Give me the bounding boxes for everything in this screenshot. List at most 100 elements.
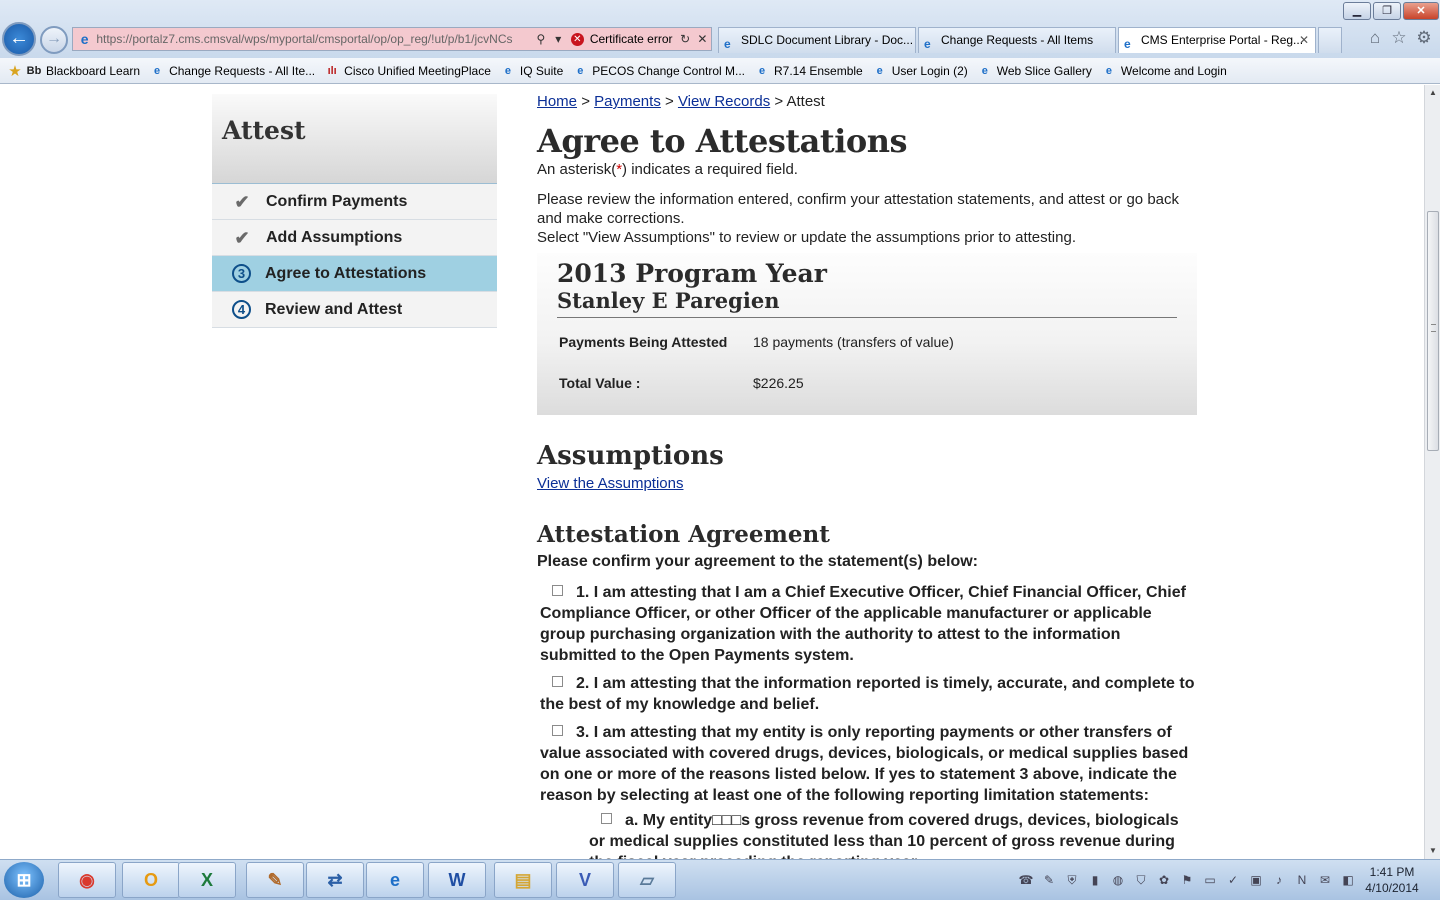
page-title: Agree to Attestations <box>537 122 907 160</box>
visio-icon[interactable]: V <box>556 862 614 898</box>
sidebar: Attest ✔ Confirm Payments ✔ Add Assumpti… <box>212 94 497 328</box>
shield-icon[interactable]: ⛨ <box>1062 870 1082 890</box>
statement-text: a. My entity□□□s gross revenue from cove… <box>589 812 1179 859</box>
breadcrumb: Home > Payments > View Records > Attest <box>537 93 1197 111</box>
scroll-up-arrow-icon[interactable]: ▲ <box>1425 85 1440 101</box>
statement-checkbox[interactable] <box>552 725 563 736</box>
favorites-star-icon[interactable]: ☆ <box>1389 28 1409 48</box>
clock-date: 4/10/2014 <box>1365 881 1419 895</box>
remote-desktop-icon[interactable]: ⇄ <box>306 862 364 898</box>
close-tab-icon[interactable]: ✕ <box>1299 28 1309 52</box>
sidebar-step-add-assumptions[interactable]: ✔ Add Assumptions <box>212 220 497 256</box>
ie-tab-icon: e <box>1124 37 1131 51</box>
breadcrumb-home-link[interactable]: Home <box>537 93 577 110</box>
statement-checkbox[interactable] <box>552 585 563 596</box>
favorite-link[interactable]: e R7.14 Ensemble <box>754 64 872 78</box>
favorite-link[interactable]: e IQ Suite <box>500 64 572 78</box>
shield-icon[interactable]: ⛉ <box>1131 870 1151 890</box>
outlook-icon[interactable]: O <box>122 862 180 898</box>
breadcrumb-separator: > <box>665 93 674 110</box>
gear-icon[interactable]: ⚙ <box>1414 28 1434 48</box>
certificate-error[interactable]: ✕ Certificate error <box>567 32 677 46</box>
sidebar-step-agree-to-attestations[interactable]: 3 Agree to Attestations <box>212 256 497 292</box>
ie-page-icon: e <box>758 64 766 77</box>
sidebar-step-review-and-attest[interactable]: 4 Review and Attest <box>212 292 497 328</box>
favorite-link[interactable]: e User Login (2) <box>872 64 977 78</box>
statement-checkbox[interactable] <box>601 813 612 824</box>
minimize-button[interactable]: ▁ <box>1343 2 1371 20</box>
monitor-icon[interactable]: ▭ <box>1200 870 1220 890</box>
new-tab-button[interactable] <box>1318 27 1342 53</box>
attestation-statement: 2. I am attesting that the information r… <box>537 673 1197 715</box>
payments-value: 18 payments (transfers of value) <box>753 334 954 350</box>
refresh-icon[interactable]: ↻ <box>677 32 694 46</box>
close-window-button[interactable]: ✕ <box>1403 2 1439 20</box>
back-button[interactable]: ← <box>2 22 36 56</box>
favorite-label: Blackboard Learn <box>46 63 141 78</box>
tray-icon[interactable]: ⚑ <box>1177 870 1197 890</box>
stop-icon[interactable]: ✕ <box>694 32 711 46</box>
browser-tab[interactable]: e SDLC Document Library - Doc... <box>718 27 916 53</box>
program-year-heading: 2013 Program Year <box>557 259 827 288</box>
forward-button[interactable]: → <box>40 26 68 54</box>
tray-icon[interactable]: ☎ <box>1016 870 1036 890</box>
word-icon[interactable]: W <box>428 862 486 898</box>
breadcrumb-current: Attest <box>786 93 825 110</box>
checkmark-icon: ✔ <box>234 227 250 248</box>
scroll-thumb[interactable] <box>1427 211 1439 451</box>
address-bar[interactable]: e https://portalz7.cms.cmsval/wps/myport… <box>72 27 712 51</box>
tray-icon[interactable]: ✎ <box>1039 870 1059 890</box>
vertical-scrollbar[interactable]: ▲ ▼ <box>1424 85 1440 859</box>
view-assumptions-link[interactable]: View the Assumptions <box>537 475 683 492</box>
folder-icon[interactable]: ▤ <box>494 862 552 898</box>
chrome-icon[interactable]: ◉ <box>58 862 116 898</box>
attestation-statement: 1. I am attesting that I am a Chief Exec… <box>537 582 1197 666</box>
volume-icon[interactable]: ♪ <box>1269 870 1289 890</box>
favorite-link[interactable]: e PECOS Change Control M... <box>572 64 754 78</box>
intro-text: Please review the information entered, c… <box>537 190 1197 247</box>
required-note-text: ) indicates a required field. <box>622 161 798 178</box>
clock[interactable]: 1:41 PM 4/10/2014 <box>1352 864 1432 896</box>
browser-chrome: ▁ ❐ ✕ ← → e https://portalz7.cms.cmsval/… <box>0 0 1440 58</box>
favorites-bar: ★ Bb Blackboard Learn e Change Requests - … <box>0 58 1440 84</box>
tray-icon[interactable]: ✉ <box>1315 870 1335 890</box>
paint-icon[interactable]: ✎ <box>246 862 304 898</box>
step-number-icon: 4 <box>232 300 251 319</box>
favorite-link[interactable]: e Welcome and Login <box>1101 64 1236 78</box>
tray-icon[interactable]: ▣ <box>1246 870 1266 890</box>
breadcrumb-view-records-link[interactable]: View Records <box>678 93 770 110</box>
statement-text: 1. I am attesting that I am a Chief Exec… <box>540 584 1186 664</box>
start-button[interactable]: ⊞ <box>4 862 44 898</box>
ie-icon[interactable]: e <box>366 862 424 898</box>
payments-label: Payments Being Attested <box>559 334 728 350</box>
browser-tab-active[interactable]: e CMS Enterprise Portal - Reg... ✕ <box>1118 27 1316 53</box>
browser-tab[interactable]: e Change Requests - All Items <box>918 27 1116 53</box>
favorite-link[interactable]: e Change Requests - All Ite... <box>149 64 324 78</box>
excel-icon[interactable]: X <box>178 862 236 898</box>
sidebar-step-confirm-payments[interactable]: ✔ Confirm Payments <box>212 184 497 220</box>
favorite-link[interactable]: ılı Cisco Unified MeetingPlace <box>324 64 500 78</box>
signal-icon[interactable]: ▮ <box>1085 870 1105 890</box>
dropdown-icon[interactable]: ▾ <box>550 32 567 46</box>
favorites-star-icon[interactable]: ★ <box>4 62 26 80</box>
tray-icon[interactable]: ✿ <box>1154 870 1174 890</box>
home-icon[interactable]: ⌂ <box>1365 28 1385 48</box>
maximize-button[interactable]: ❐ <box>1373 2 1401 20</box>
address-url[interactable]: https://portalz7.cms.cmsval/wps/myportal… <box>96 32 532 46</box>
breadcrumb-payments-link[interactable]: Payments <box>594 93 661 110</box>
tray-icon[interactable]: ✓ <box>1223 870 1243 890</box>
main-content: Home > Payments > View Records > Attest … <box>537 93 1197 859</box>
notes-icon[interactable]: ▱ <box>618 862 676 898</box>
search-icon[interactable]: ⚲ <box>532 32 549 46</box>
ie-page-icon: e <box>1105 64 1112 77</box>
intro-line: Select "View Assumptions" to review or u… <box>537 229 1076 246</box>
total-label: Total Value : <box>559 375 641 391</box>
scroll-down-arrow-icon[interactable]: ▼ <box>1425 843 1440 859</box>
favorite-link[interactable]: e Web Slice Gallery <box>977 64 1101 78</box>
onenote-icon[interactable]: N <box>1292 870 1312 890</box>
tray-icon[interactable]: ◍ <box>1108 870 1128 890</box>
statement-text: 2. I am attesting that the information r… <box>540 675 1195 713</box>
favorite-link[interactable]: Bb Blackboard Learn <box>26 64 149 78</box>
statement-checkbox[interactable] <box>552 676 563 687</box>
physician-name: Stanley E Paregien <box>557 289 1177 318</box>
